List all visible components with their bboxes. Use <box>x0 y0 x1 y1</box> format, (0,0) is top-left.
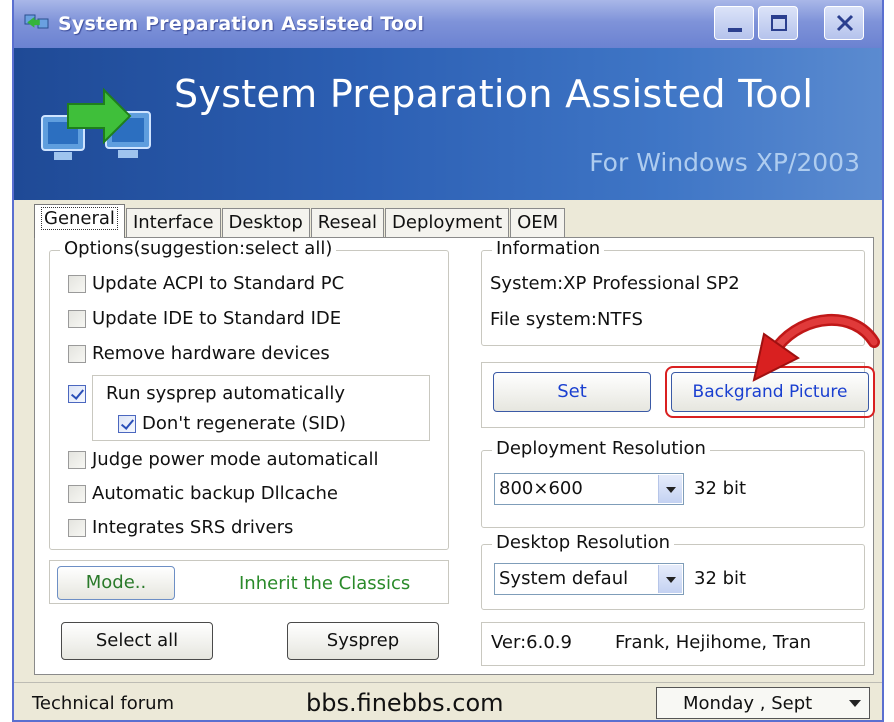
close-button[interactable] <box>824 6 864 40</box>
computers-arrow-icon <box>41 87 151 160</box>
sysprep-button[interactable]: Sysprep <box>287 622 439 660</box>
version-label: Ver:6.0.9 <box>491 632 572 653</box>
desktop-color-depth: 32 bit <box>694 568 747 589</box>
select-all-button[interactable]: Select all <box>61 622 213 660</box>
chevron-down-icon[interactable] <box>849 700 861 708</box>
chevron-down-icon[interactable] <box>658 565 682 593</box>
window-title: System Preparation Assisted Tool <box>58 13 425 35</box>
deployment-resolution-group: Deployment Resolution 800×600 32 bit <box>481 438 865 528</box>
deployment-resolution-label: Deployment Resolution <box>492 438 710 459</box>
tab-desktop[interactable]: Desktop <box>221 208 310 238</box>
option-remove-hardware[interactable]: Remove hardware devices <box>68 343 330 364</box>
authors-label: Frank, Hejihome, Tran <box>615 632 812 653</box>
checkbox[interactable] <box>68 384 86 403</box>
checkbox[interactable] <box>118 414 136 433</box>
app-window: System Preparation Assisted Tool System … <box>12 0 884 722</box>
option-srs-drivers[interactable]: Integrates SRS drivers <box>68 517 293 538</box>
checkbox[interactable] <box>68 518 86 537</box>
option-backup-dllcache[interactable]: Automatic backup Dllcache <box>68 483 338 504</box>
maximize-icon <box>771 15 787 31</box>
options-group-label: Options(suggestion:select all) <box>60 238 337 259</box>
callout-arrow-icon <box>752 314 880 382</box>
checkbox[interactable] <box>68 274 86 293</box>
banner-subtitle: For Windows XP/2003 <box>589 148 860 177</box>
tab-deployment[interactable]: Deployment <box>385 208 510 238</box>
desktop-resolution-group: Desktop Resolution System defaul 32 bit <box>481 532 865 610</box>
chevron-down-icon[interactable] <box>658 475 682 503</box>
app-icon <box>24 14 49 29</box>
tab-interface[interactable]: Interface <box>125 208 221 238</box>
options-group: Options(suggestion:select all) Update AC… <box>49 238 449 550</box>
date-dropdown[interactable]: Monday , Sept <box>656 687 870 719</box>
option-dont-regenerate-sid[interactable]: Don't regenerate (SID) <box>118 413 346 434</box>
banner-title: System Preparation Assisted Tool <box>174 72 814 116</box>
file-system-info: File system:NTFS <box>490 309 643 330</box>
deployment-color-depth: 32 bit <box>694 478 747 499</box>
desktop-resolution-label: Desktop Resolution <box>492 532 675 553</box>
system-info: System:XP Professional SP2 <box>490 273 740 294</box>
tab-oem[interactable]: OEM <box>510 208 566 238</box>
title-bar[interactable]: System Preparation Assisted Tool <box>14 0 882 48</box>
information-group-label: Information <box>492 238 605 259</box>
close-icon <box>836 14 854 32</box>
current-mode-label: Inherit the Classics <box>239 573 411 594</box>
status-bar: Technical forum bbs.finebbs.com Monday ,… <box>14 682 882 722</box>
checkbox[interactable] <box>68 344 86 363</box>
minimize-button[interactable] <box>714 6 754 40</box>
option-run-sysprep[interactable]: Run sysprep automatically <box>68 383 345 404</box>
maximize-button[interactable] <box>758 6 798 40</box>
minimize-icon <box>728 28 742 32</box>
option-update-acpi[interactable]: Update ACPI to Standard PC <box>68 273 344 294</box>
option-update-ide[interactable]: Update IDE to Standard IDE <box>68 308 341 329</box>
checkbox[interactable] <box>68 309 86 328</box>
header-banner: System Preparation Assisted Tool For Win… <box>14 48 882 200</box>
option-judge-power[interactable]: Judge power mode automaticall <box>68 449 379 470</box>
deployment-resolution-select[interactable]: 800×600 <box>494 473 684 505</box>
desktop-resolution-select[interactable]: System defaul <box>494 563 684 595</box>
forum-link[interactable]: bbs.finebbs.com <box>306 689 504 717</box>
tab-reseal[interactable]: Reseal <box>310 208 385 238</box>
tab-general[interactable]: General <box>34 204 125 238</box>
mode-button[interactable]: Mode.. <box>57 566 175 600</box>
checkbox[interactable] <box>68 484 86 503</box>
set-button[interactable]: Set <box>493 372 651 412</box>
tab-strip: General Interface Desktop Reseal Deploym… <box>34 204 566 238</box>
technical-forum-label: Technical forum <box>32 693 175 714</box>
checkbox[interactable] <box>68 450 86 469</box>
